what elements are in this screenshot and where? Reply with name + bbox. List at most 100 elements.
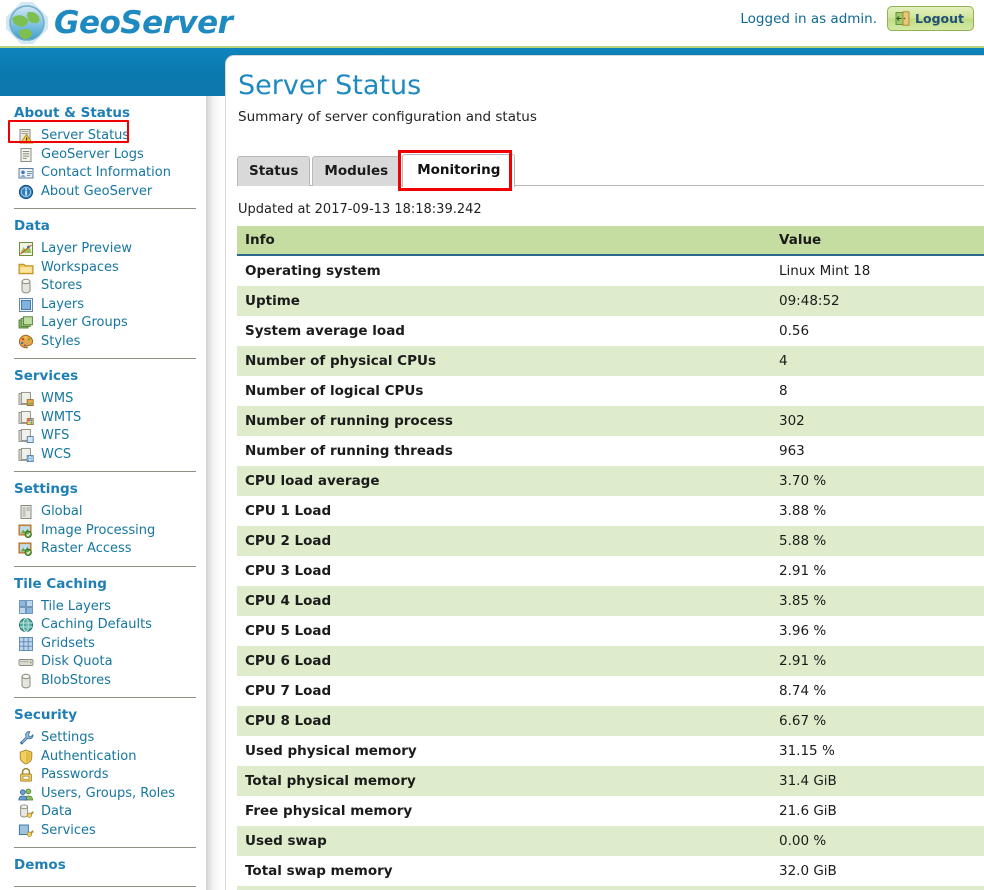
global-settings-icon	[18, 504, 34, 520]
tabs-container: Status Modules Monitoring	[237, 150, 984, 191]
lock-icon	[18, 767, 34, 783]
row-info: Total physical memory	[237, 766, 771, 796]
table-row: Number of logical CPUs 8	[237, 376, 984, 406]
sidebar-section-title: Data	[14, 218, 50, 234]
column-header-info[interactable]: Info	[237, 226, 771, 256]
services-key-icon	[18, 823, 34, 839]
row-value: 5.88 %	[771, 526, 984, 556]
sidebar-item-wcs[interactable]: WCS	[0, 446, 206, 465]
row-info: Number of logical CPUs	[237, 376, 771, 406]
tab-list: Status Modules Monitoring	[237, 154, 984, 187]
sidebar-item-layer-preview[interactable]: Layer Preview	[0, 240, 206, 259]
table-row: CPU 7 Load 8.74 %	[237, 676, 984, 706]
table-row: Number of running threads 963	[237, 436, 984, 466]
sidebar-item-wfs[interactable]: WFS	[0, 427, 206, 446]
column-header-value[interactable]: Value	[771, 226, 984, 256]
brand-title: GeoServer	[54, 5, 233, 41]
sidebar-item-caching-defaults[interactable]: Caching Defaults	[0, 616, 206, 635]
sidebar-item-security-data[interactable]: Data	[0, 803, 206, 822]
table-row: CPU 2 Load 5.88 %	[237, 526, 984, 556]
tile-grid-icon	[18, 599, 34, 615]
sidebar-item-global[interactable]: Global	[0, 503, 206, 522]
row-value: 3.96 %	[771, 616, 984, 646]
sidebar-item-wmts[interactable]: WMTS	[0, 409, 206, 428]
sidebar-item-label: Caching Defaults	[41, 617, 152, 633]
sidebar-section-data: Data Layer Preview Workspaces Stores Lay…	[0, 209, 206, 359]
sidebar-section-demos: Demos	[0, 848, 206, 887]
sidebar-item-disk-quota[interactable]: Disk Quota	[0, 653, 206, 672]
sidebar-item-wms[interactable]: WMS	[0, 390, 206, 409]
sidebar-item-raster-access[interactable]: Raster Access	[0, 540, 206, 559]
page-title: Server Status	[238, 70, 422, 101]
stacked-layers-icon	[18, 315, 34, 331]
sidebar-item-styles[interactable]: Styles	[0, 333, 206, 352]
sidebar-section-title: Services	[14, 368, 79, 384]
sidebar-item-label: Stores	[41, 278, 83, 294]
sidebar-item-label: WMTS	[41, 409, 82, 425]
service-wmts-icon	[18, 410, 34, 426]
row-value: 6.67 %	[771, 706, 984, 736]
sidebar-item-label: Raster Access	[41, 541, 132, 557]
sidebar-item-label: About GeoServer	[41, 183, 153, 199]
row-value: 302	[771, 406, 984, 436]
sidebar-item-layer-groups[interactable]: Layer Groups	[0, 314, 206, 333]
sidebar-item-label: Disk Quota	[41, 654, 113, 670]
sidebar-item-label: Passwords	[41, 767, 109, 783]
sidebar-item-geoserver-logs[interactable]: GeoServer Logs	[0, 146, 206, 165]
sidebar-item-label: Layers	[41, 296, 85, 312]
tab-status[interactable]: Status	[237, 156, 311, 186]
sidebar-item-layers[interactable]: Layers	[0, 296, 206, 315]
table-row: CPU 5 Load 3.96 %	[237, 616, 984, 646]
sidebar-item-server-status[interactable]: Server Status	[0, 127, 206, 146]
row-info: CPU 4 Load	[237, 586, 771, 616]
table-row: Total physical memory 31.4 GiB	[237, 766, 984, 796]
sidebar-item-gridsets[interactable]: Gridsets	[0, 635, 206, 654]
sidebar-item-label: BlobStores	[41, 672, 111, 688]
brand-logo-link[interactable]: GeoServer	[6, 2, 233, 44]
row-value: 31.4 GiB	[771, 766, 984, 796]
page-subtitle: Summary of server configuration and stat…	[238, 109, 537, 125]
row-value: 2.91 %	[771, 646, 984, 676]
row-info: CPU 7 Load	[237, 676, 771, 706]
door-exit-icon	[895, 11, 910, 26]
sidebar-section-title: Settings	[14, 481, 78, 497]
sidebar-section-title-demos[interactable]: Demos	[0, 848, 206, 879]
tab-modules[interactable]: Modules	[312, 156, 401, 186]
sidebar-item-about-geoserver[interactable]: About GeoServer	[0, 183, 206, 202]
sidebar-item-label: WMS	[41, 391, 74, 407]
service-wfs-icon	[18, 428, 34, 444]
sidebar-item-security-settings[interactable]: Settings	[0, 729, 206, 748]
row-info: Free swap memory	[237, 886, 771, 890]
sidebar-item-contact-information[interactable]: Contact Information	[0, 164, 206, 183]
disk-icon	[18, 654, 34, 670]
table-row: CPU 3 Load 2.91 %	[237, 556, 984, 586]
sidebar-item-users-groups-roles[interactable]: Users, Groups, Roles	[0, 785, 206, 804]
sidebar-item-workspaces[interactable]: Workspaces	[0, 259, 206, 278]
sidebar-item-authentication[interactable]: Authentication	[0, 748, 206, 767]
sidebar-item-image-processing[interactable]: Image Processing	[0, 522, 206, 541]
sidebar-item-security-services[interactable]: Services	[0, 822, 206, 841]
table-row: Used physical memory 31.15 %	[237, 736, 984, 766]
table-row: Free swap memory32.0 GiB	[237, 886, 984, 890]
row-value: 3.85 %	[771, 586, 984, 616]
content-panel: Server Status Summary of server configur…	[225, 55, 984, 890]
row-info: Used physical memory	[237, 736, 771, 766]
globe-cache-icon	[18, 617, 34, 633]
table-header: Info Value	[237, 226, 984, 256]
row-info: Number of physical CPUs	[237, 346, 771, 376]
logout-button[interactable]: Logout	[887, 6, 974, 31]
tab-monitoring[interactable]: Monitoring	[402, 154, 516, 187]
sidebar-item-blobstores[interactable]: BlobStores	[0, 672, 206, 691]
table-row: System average load 0.56	[237, 316, 984, 346]
row-value: 3.88 %	[771, 496, 984, 526]
folder-icon	[18, 260, 34, 276]
sidebar-item-label: Authentication	[41, 748, 137, 764]
row-value: 2.91 %	[771, 556, 984, 586]
sidebar-item-label: WFS	[41, 428, 70, 444]
service-wms-icon	[18, 391, 34, 407]
sidebar-item-stores[interactable]: Stores	[0, 277, 206, 296]
sidebar-item-tile-layers[interactable]: Tile Layers	[0, 598, 206, 617]
sidebar-item-passwords[interactable]: Passwords	[0, 766, 206, 785]
sidebar-section-about-status: About & Status Server Status GeoServer L…	[0, 96, 206, 209]
row-info: Total swap memory	[237, 856, 771, 886]
